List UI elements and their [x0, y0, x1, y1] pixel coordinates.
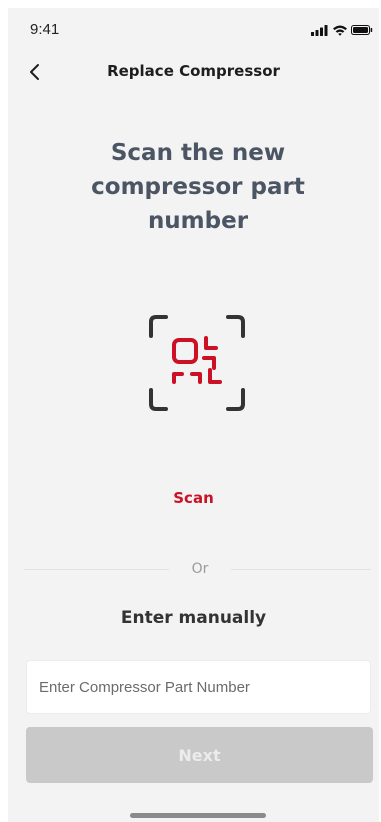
battery-icon	[351, 25, 373, 35]
next-button[interactable]: Next	[26, 727, 373, 783]
qr-scan-icon[interactable]	[148, 314, 246, 412]
phone-frame: 9:41 Replace Compressor Scan the new com…	[0, 0, 381, 822]
nav-bar: Replace Compressor	[8, 56, 379, 88]
status-icons	[311, 25, 373, 36]
divider-line-right	[231, 569, 371, 570]
home-indicator	[130, 813, 266, 818]
scan-button[interactable]: Scan	[8, 489, 379, 507]
divider-label: Or	[191, 561, 209, 577]
app-screen: 9:41 Replace Compressor Scan the new com…	[8, 8, 379, 822]
manual-entry-heading: Enter manually	[120, 608, 267, 628]
divider-line-left	[24, 569, 169, 570]
wifi-icon	[333, 25, 347, 36]
signal-icon	[311, 25, 328, 36]
status-bar: 9:41	[8, 8, 379, 44]
status-time: 9:41	[30, 21, 60, 38]
scan-instruction-heading: Scan the new compressor part number	[91, 140, 305, 234]
or-divider: Or	[24, 561, 371, 577]
page-title: Replace Compressor	[107, 62, 280, 80]
part-number-input[interactable]	[26, 660, 371, 714]
